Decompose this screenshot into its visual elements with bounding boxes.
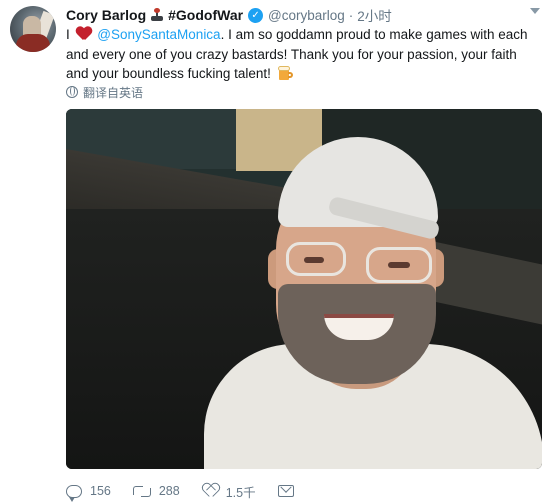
retweet-icon (132, 484, 151, 498)
separator-dot: · (348, 7, 354, 23)
reply-icon (66, 484, 82, 502)
timestamp[interactable]: 2小时 (357, 5, 392, 25)
avatar[interactable] (10, 6, 56, 52)
tweet-text: I @SonySantaMonica. I am so goddamn prou… (66, 25, 541, 84)
tweet-photo[interactable] (66, 109, 542, 469)
like-icon (202, 484, 218, 498)
user-handle[interactable]: @corybarlog (268, 8, 345, 23)
tweet-text-part1: I (66, 27, 70, 42)
dm-icon (277, 485, 294, 497)
tweet-header: Cory Barlog #GodofWar ✓ @corybarlog · 2小… (66, 6, 392, 24)
retweet-button[interactable]: 288 (132, 484, 180, 498)
translate-link[interactable]: 翻译自英语 (66, 84, 143, 101)
like-count: 1.5千 (225, 485, 256, 500)
retweet-count: 288 (158, 484, 180, 498)
reply-button[interactable]: 156 (66, 484, 111, 502)
mention-link[interactable]: @SonySantaMonica (97, 27, 220, 42)
like-button[interactable]: 1.5千 (202, 482, 256, 501)
display-name[interactable]: Cory Barlog (66, 7, 146, 23)
beer-icon (277, 66, 294, 81)
tweet-actions: 156 288 1.5千 (66, 481, 316, 502)
globe-icon (66, 86, 78, 98)
display-name-hashtag[interactable]: #GodofWar (168, 7, 243, 23)
translate-label[interactable]: 翻译自英语 (83, 84, 143, 101)
verified-icon: ✓ (248, 7, 264, 23)
heart-icon (76, 27, 92, 41)
direct-message-button[interactable] (277, 485, 294, 497)
reply-count: 156 (90, 484, 111, 498)
caret-down-icon[interactable] (530, 8, 540, 14)
joystick-icon (150, 8, 164, 22)
